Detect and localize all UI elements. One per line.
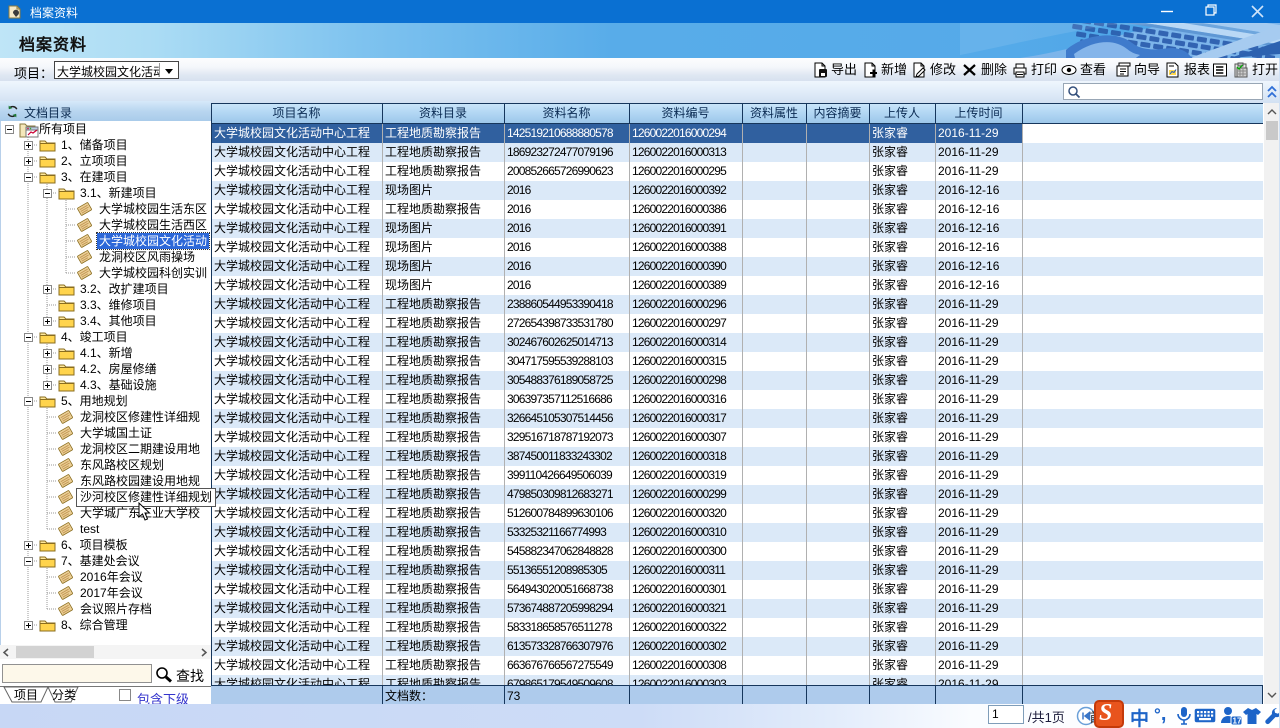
svg-text:分类: 分类 [52,688,76,702]
svg-text:17: 17 [1233,717,1242,726]
svg-text:项目: 项目 [14,688,38,702]
